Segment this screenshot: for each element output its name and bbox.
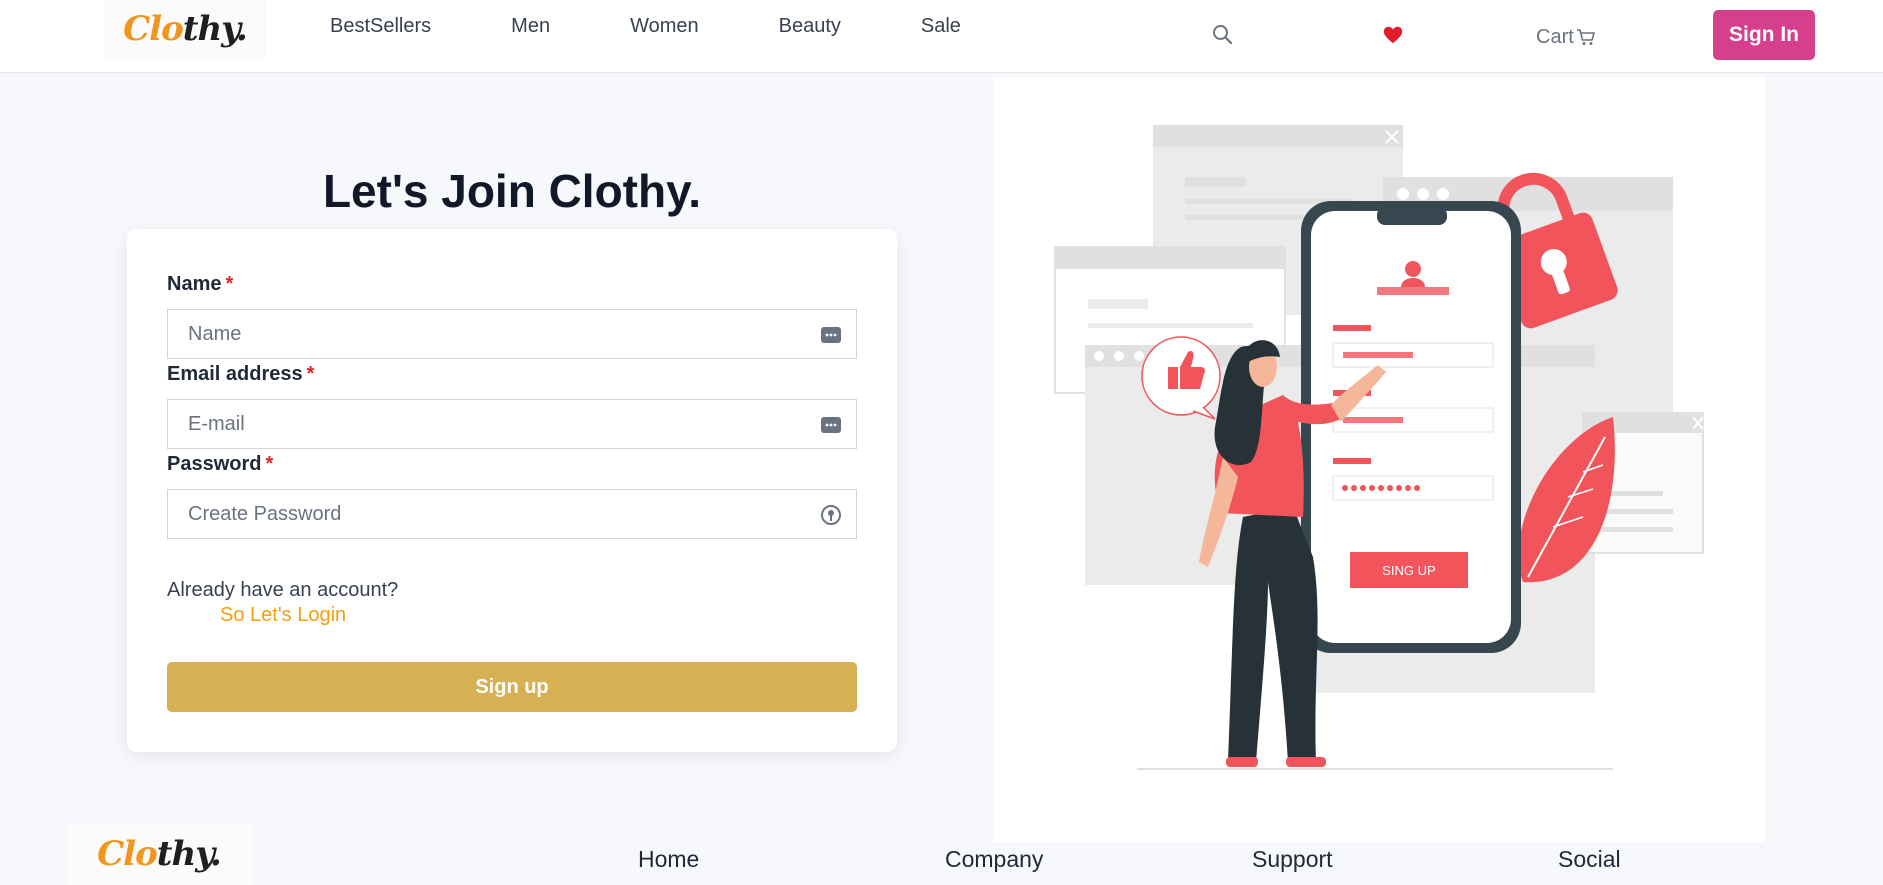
password-key-icon[interactable]	[820, 504, 842, 526]
signup-form-card: Name* Email address* Password* Already h…	[127, 229, 897, 752]
email-label: Email address *	[167, 363, 314, 386]
phone-mockup: SING UP	[1301, 201, 1521, 653]
name-label: Name *	[167, 273, 233, 296]
password-label: Password *	[167, 453, 273, 476]
page-title: Let's Join Clothy.	[322, 165, 702, 217]
nav-sale[interactable]: Sale	[921, 15, 961, 38]
signup-illustration: SING UP	[1054, 125, 1704, 770]
required-marker: *	[225, 273, 234, 295]
nav-women[interactable]: Women	[630, 15, 699, 38]
password-label-text: Password	[167, 453, 262, 475]
email-label-text: Email address	[167, 363, 303, 385]
name-field	[167, 309, 857, 359]
signup-button[interactable]: Sign up	[167, 662, 857, 712]
autofill-icon[interactable]	[820, 324, 842, 346]
brand-logo[interactable]: Clo thy.	[104, 0, 266, 58]
required-marker: *	[306, 363, 315, 385]
search-icon[interactable]	[1210, 22, 1236, 48]
heart-icon[interactable]	[1382, 24, 1404, 46]
logo-text-accent: Clo	[97, 834, 158, 874]
cart-label: Cart	[1536, 25, 1574, 48]
autofill-icon[interactable]	[820, 414, 842, 436]
sign-in-button[interactable]: Sign In	[1713, 10, 1815, 60]
logo-text-main: thy.	[156, 834, 222, 874]
required-marker: *	[265, 453, 274, 475]
logo-text-main: thy.	[182, 9, 248, 49]
nav-beauty[interactable]: Beauty	[779, 15, 841, 38]
footer-link-company[interactable]: Company	[945, 846, 1043, 873]
cart-button[interactable]: Cart	[1536, 24, 1596, 50]
logo-text-accent: Clo	[123, 9, 184, 49]
email-input[interactable]	[168, 400, 856, 448]
password-field	[167, 489, 857, 539]
password-input[interactable]	[168, 490, 856, 538]
nav-bestsellers[interactable]: BestSellers	[330, 15, 431, 38]
main-nav: BestSellers Men Women Beauty Sale	[330, 0, 1041, 52]
footer-link-home[interactable]: Home	[638, 846, 699, 873]
name-label-text: Name	[167, 273, 222, 295]
signup-illustration-panel: SING UP	[993, 77, 1765, 842]
footer-link-support[interactable]: Support	[1252, 846, 1333, 873]
nav-men[interactable]: Men	[511, 15, 550, 38]
already-account-text: Already have an account?	[167, 579, 399, 601]
email-field	[167, 399, 857, 449]
name-input[interactable]	[168, 310, 856, 358]
illustration-button-text: SING UP	[1382, 563, 1435, 578]
login-link[interactable]: So Let's Login	[220, 604, 346, 627]
footer-logo[interactable]: Clo thy.	[66, 823, 252, 885]
cart-icon	[1576, 29, 1595, 45]
footer-link-social[interactable]: Social	[1558, 846, 1621, 873]
top-navbar: Clo thy. BestSellers Men Women Beauty Sal…	[0, 0, 1883, 73]
